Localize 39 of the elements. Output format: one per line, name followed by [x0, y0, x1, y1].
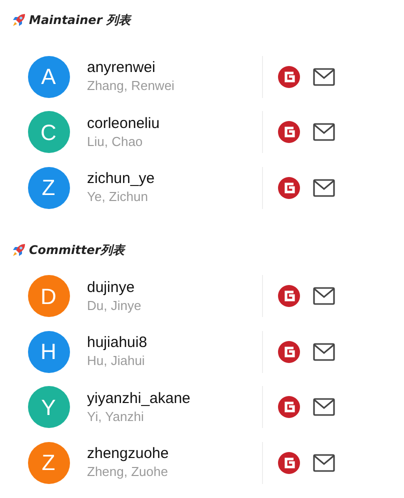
username: dujinye	[87, 278, 136, 297]
avatar: D	[28, 275, 70, 318]
full-name: Liu, Chao	[87, 132, 144, 151]
g-logo-icon[interactable]	[278, 176, 300, 199]
section-heading: Committer列表	[29, 242, 125, 258]
rocket-icon	[12, 13, 26, 27]
mail-icon[interactable]	[313, 68, 335, 86]
full-name: Zhang, Renwei	[87, 77, 176, 96]
g-logo-icon[interactable]	[278, 121, 300, 144]
mail-icon[interactable]	[313, 287, 335, 306]
mail-icon[interactable]	[313, 454, 335, 472]
username: hujiahui8	[87, 333, 148, 352]
avatar: Z	[28, 166, 70, 209]
avatar: Y	[28, 386, 70, 428]
g-logo-icon[interactable]	[278, 452, 300, 474]
full-name: Du, Jinye	[87, 296, 142, 315]
username: zhengzuohe	[87, 444, 170, 464]
mail-icon[interactable]	[313, 342, 335, 361]
username: corleoneliu	[87, 114, 161, 133]
g-logo-icon[interactable]	[278, 285, 300, 308]
section-heading: Maintainer 列表	[29, 12, 130, 29]
rocket-icon	[12, 242, 26, 256]
avatar: Z	[28, 442, 70, 484]
full-name: Yi, Yanzhi	[87, 408, 145, 426]
g-logo-icon[interactable]	[278, 340, 300, 363]
g-logo-icon[interactable]	[278, 396, 300, 418]
full-name: Zheng, Zuohe	[87, 463, 169, 482]
mail-icon[interactable]	[313, 178, 335, 197]
username: zichun_ye	[87, 169, 156, 188]
mail-icon[interactable]	[313, 123, 335, 142]
full-name: Ye, Zichun	[87, 188, 149, 206]
avatar: A	[28, 56, 70, 98]
username: yiyanzhi_akane	[87, 388, 192, 408]
full-name: Hu, Jiahui	[87, 352, 146, 370]
g-logo-icon[interactable]	[278, 66, 300, 88]
username: anyrenwei	[87, 58, 156, 78]
avatar: H	[28, 330, 70, 373]
avatar: C	[28, 111, 70, 154]
mail-icon[interactable]	[313, 398, 335, 416]
